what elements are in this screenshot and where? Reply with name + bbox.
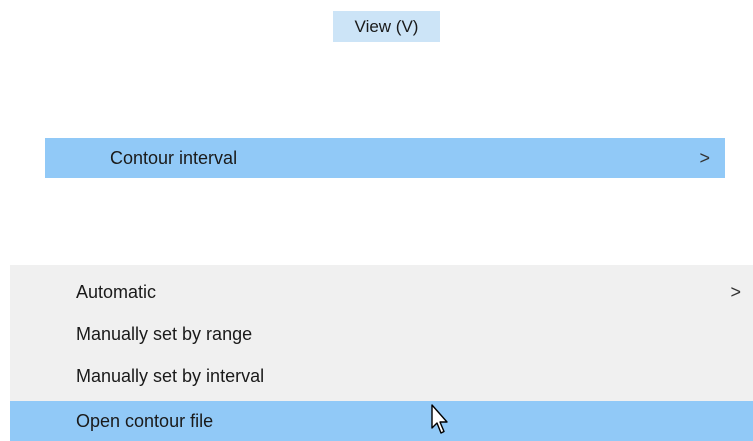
menu-item-manually-set-by-range[interactable]: Manually set by range (10, 316, 753, 352)
contour-interval-submenu: Automatic > Manually set by range Manual… (10, 265, 753, 441)
menu-item-open-contour-file[interactable]: Open contour file (10, 401, 753, 441)
view-menu[interactable]: View (V) (333, 11, 440, 42)
view-menu-label: View (V) (354, 17, 419, 36)
menu-item-manually-set-by-interval[interactable]: Manually set by interval (10, 358, 753, 394)
chevron-right-icon: > (699, 148, 710, 168)
menu-item-contour-interval[interactable]: Contour interval > (45, 138, 725, 178)
menu-item-contour-interval-label: Contour interval (110, 148, 238, 168)
menu-item-automatic-label: Automatic (76, 282, 157, 302)
menu-item-manually-set-by-range-label: Manually set by range (76, 324, 253, 344)
menu-item-manually-set-by-interval-label: Manually set by interval (76, 366, 265, 386)
menu-item-automatic[interactable]: Automatic > (10, 274, 753, 310)
mouse-pointer-icon (431, 404, 448, 434)
chevron-right-icon: > (730, 282, 741, 302)
menu-item-open-contour-file-label: Open contour file (76, 411, 214, 431)
